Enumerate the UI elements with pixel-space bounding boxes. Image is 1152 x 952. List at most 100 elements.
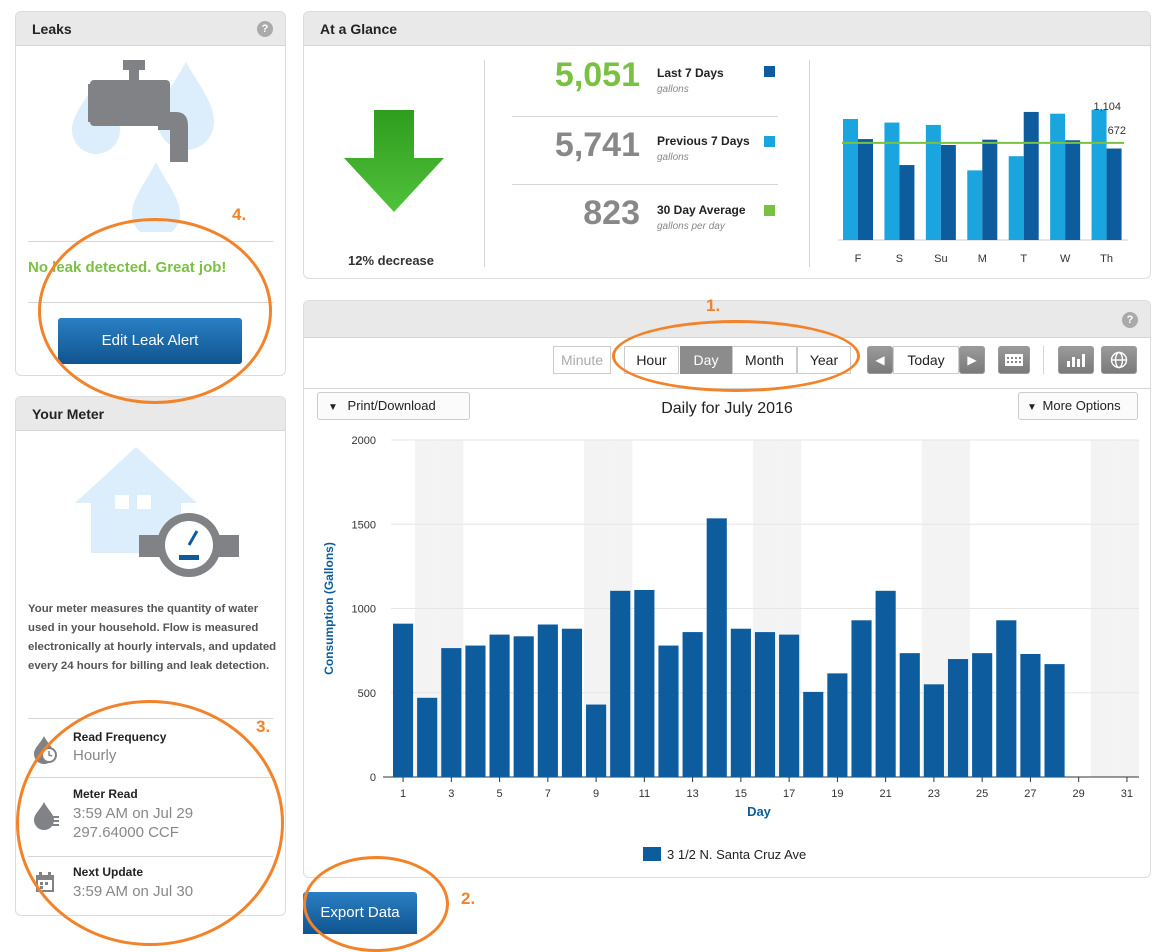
- bar-day-4: [465, 645, 486, 777]
- bar-last-7-days-M: [982, 139, 998, 240]
- legend-swatch-avg: [764, 205, 775, 216]
- previous-period-button[interactable]: ◀: [867, 346, 893, 374]
- bar-day-3: [441, 648, 462, 777]
- bar-day-23: [923, 684, 944, 777]
- bar-day-6: [513, 636, 534, 777]
- x-tick-label: 29: [1073, 788, 1085, 800]
- bar-day-8: [561, 628, 583, 777]
- x-tick-label: M: [978, 253, 987, 265]
- annotation-ellipse-4: [38, 218, 272, 404]
- leaks-title: Leaks: [32, 21, 72, 37]
- annotation-label-2: 2.: [461, 889, 476, 908]
- bar-day-12: [658, 645, 679, 777]
- globe-icon: [1110, 351, 1128, 369]
- x-tick-label: 31: [1121, 788, 1133, 800]
- map-view-button[interactable]: [1101, 346, 1137, 374]
- calendar-picker-button[interactable]: [998, 346, 1030, 374]
- stat-last-7-label: Last 7 Days: [657, 66, 724, 80]
- bar-last-7-days-W: [1065, 140, 1081, 240]
- x-tick-label: 25: [976, 788, 988, 800]
- bar-previous-7-days-Th: [1091, 109, 1107, 240]
- x-tick-label: Th: [1100, 253, 1113, 265]
- annotation-label-4: 4.: [232, 205, 247, 224]
- glance-panel-header: At a Glance: [304, 12, 1150, 46]
- today-button[interactable]: Today: [893, 346, 959, 374]
- annotation-ellipse-1: [612, 320, 860, 392]
- bar-day-14: [706, 518, 727, 777]
- annotation-ellipse-2: [303, 856, 449, 952]
- x-tick-label: 9: [593, 788, 599, 800]
- annotation-label-3: 3.: [256, 717, 271, 736]
- bar-day-13: [682, 632, 703, 777]
- x-tick-label: W: [1060, 253, 1071, 265]
- bar-day-11: [634, 589, 655, 777]
- bar-day-10: [610, 590, 631, 777]
- meter-description: Your meter measures the quantity of wate…: [28, 603, 277, 672]
- bar-day-26: [996, 620, 1017, 777]
- y-tick-label: 1000: [352, 604, 376, 616]
- stat-prev-7-value: 5,741: [554, 126, 640, 164]
- y-tick-label: 2000: [352, 435, 376, 447]
- stat-prev-7-unit: gallons: [657, 152, 689, 163]
- at-a-glance-panel: At a Glance 12% decrease 5,051 Last 7 Da…: [303, 11, 1151, 279]
- chart-title: Daily for July 2016: [661, 400, 793, 417]
- max-value-label: 1,104: [1093, 101, 1121, 113]
- y-tick-label: 0: [370, 772, 376, 784]
- x-tick-label: F: [855, 253, 862, 265]
- help-icon[interactable]: ?: [1122, 312, 1138, 328]
- change-label: 12% decrease: [348, 253, 435, 268]
- bar-day-18: [803, 691, 824, 777]
- annotation-label-1: 1.: [706, 296, 721, 315]
- y-tick-label: 1500: [352, 519, 376, 531]
- bar-day-19: [827, 673, 848, 777]
- legend-swatch-last-7: [764, 66, 775, 77]
- bar-day-16: [754, 632, 776, 777]
- decrease-arrow-icon: [344, 110, 444, 212]
- bar-day-17: [779, 634, 800, 777]
- bar-day-9: [586, 704, 607, 777]
- help-icon[interactable]: ?: [257, 21, 273, 37]
- bar-day-27: [1020, 653, 1041, 777]
- avg-value-label: 672: [1108, 125, 1126, 137]
- weekly-comparison-chart: F S Su M T W Th 1,104 672: [838, 101, 1128, 265]
- legend-swatch-prev-7: [764, 136, 775, 147]
- meter-gauge-icon: [139, 513, 239, 577]
- x-tick-label: 11: [639, 788, 650, 800]
- bar-day-28: [1044, 664, 1065, 777]
- daily-consumption-chart: Daily for July 201605001000150020001 3 5 7 9…: [322, 400, 1139, 862]
- stat-avg-value: 823: [583, 194, 640, 232]
- x-tick-label: 15: [735, 788, 747, 800]
- x-tick-label: 13: [686, 788, 698, 800]
- stat-last-7-value: 5,051: [554, 56, 640, 94]
- bar-day-2: [417, 697, 438, 777]
- stat-prev-7-label: Previous 7 Days: [657, 134, 750, 148]
- faucet-icon: [72, 60, 214, 232]
- bar-day-1: [393, 623, 414, 777]
- annotation-ellipse-3: [16, 700, 284, 946]
- bar-previous-7-days-M: [967, 170, 983, 240]
- bar-chart-icon: [1067, 354, 1085, 367]
- y-axis-label: Consumption (Gallons): [322, 542, 336, 675]
- bar-last-7-days-S: [899, 165, 915, 240]
- stat-avg-unit: gallons per day: [657, 221, 725, 232]
- bar-last-7-days-F: [858, 139, 873, 240]
- interval-minute-button[interactable]: Minute: [553, 346, 611, 374]
- next-period-button[interactable]: ▶: [959, 346, 985, 374]
- bar-day-5: [489, 634, 510, 777]
- bar-previous-7-days-T: [1008, 156, 1024, 240]
- bar-previous-7-days-S: [884, 122, 900, 240]
- x-tick-label: 3: [448, 788, 454, 800]
- chevron-left-icon: ◀: [875, 353, 885, 367]
- bar-last-7-days-Th: [1106, 148, 1122, 240]
- stat-avg-label: 30 Day Average: [657, 203, 746, 217]
- leaks-panel-header: Leaks ?: [16, 12, 285, 46]
- bar-day-25: [972, 653, 993, 777]
- bar-previous-7-days-W: [1050, 113, 1066, 240]
- x-tick-label: 19: [831, 788, 843, 800]
- x-tick-label: 5: [497, 788, 503, 800]
- y-tick-label: 500: [358, 688, 376, 700]
- x-tick-label: 23: [928, 788, 940, 800]
- bar-chart-view-button[interactable]: [1058, 346, 1094, 374]
- x-tick-label: T: [1020, 253, 1027, 265]
- calendar-grid-icon: [1005, 354, 1023, 366]
